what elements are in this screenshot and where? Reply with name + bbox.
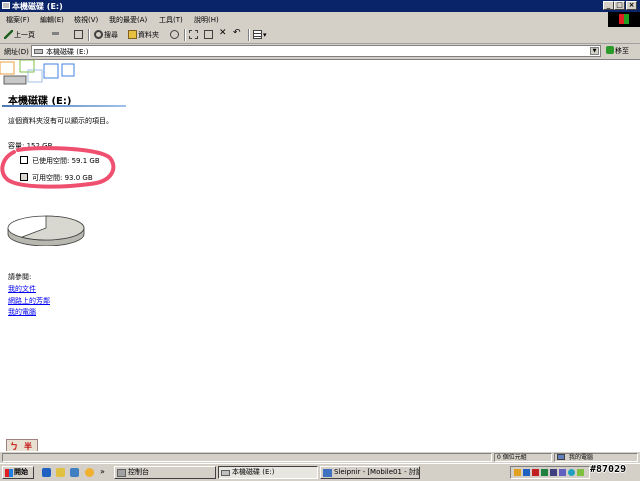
drive-icon [34, 49, 43, 54]
forward-button[interactable] [52, 30, 60, 38]
toolbar-separator [184, 29, 186, 41]
start-label: 開始 [14, 468, 28, 476]
move-to-icon [189, 30, 198, 39]
task-label: Sleipnir - [Mobile01 - 討論... [334, 468, 419, 476]
tray-icon[interactable] [523, 469, 530, 476]
address-bar: 網址(D) 本機磁碟 (E:) ▼ 移至 [0, 44, 640, 60]
delete-button[interactable]: ✕ [219, 28, 227, 38]
title-bar: 本機磁碟 (E:) _ □ × [0, 0, 640, 12]
up-folder-button[interactable] [74, 30, 84, 39]
forward-arrow-icon [52, 32, 59, 35]
link-my-documents[interactable]: 我的文件 [8, 284, 36, 294]
control-panel-icon [117, 469, 126, 477]
ie-quicklaunch-icon[interactable] [42, 468, 51, 477]
toolbar-separator [88, 29, 90, 41]
task-local-disk[interactable]: 本機磁碟 (E:) [218, 466, 318, 479]
back-label: 上一頁 [14, 31, 35, 39]
address-input[interactable]: 本機磁碟 (E:) ▼ [31, 45, 601, 57]
address-value: 本機磁碟 (E:) [46, 48, 89, 56]
folder-banner-graphic [0, 60, 75, 85]
outlook-quicklaunch-icon[interactable] [56, 468, 65, 477]
link-my-computer[interactable]: 我的電腦 [8, 307, 36, 317]
sleipnir-icon [323, 469, 332, 477]
system-tray [510, 466, 590, 479]
tray-icon[interactable] [514, 469, 521, 476]
start-button[interactable]: 開始 [2, 466, 34, 479]
back-arrow-icon [4, 30, 13, 39]
windows-logo-icon [5, 469, 13, 477]
status-location-label: 我的電腦 [569, 454, 594, 461]
red-highlight-annotation [0, 146, 116, 189]
status-location: 我的電腦 [554, 453, 638, 462]
link-network-places[interactable]: 網路上的芳鄰 [8, 296, 50, 306]
tray-icon[interactable] [550, 469, 557, 476]
go-button[interactable]: 移至 [606, 46, 629, 56]
address-dropdown-button[interactable]: ▼ [590, 47, 599, 55]
menu-bar: 檔案(F) 編輯(E) 檢視(V) 我的最愛(A) 工具(T) 說明(H) [0, 12, 640, 28]
menu-help[interactable]: 說明(H) [194, 15, 219, 25]
task-label: 控制台 [128, 468, 149, 476]
views-icon [253, 30, 262, 39]
views-button[interactable]: ▾ [253, 30, 267, 39]
toolbar-separator [248, 29, 250, 41]
copy-to-icon [204, 30, 213, 39]
messenger-quicklaunch-icon[interactable] [85, 468, 94, 477]
history-button[interactable] [170, 30, 180, 39]
computer-icon [557, 454, 565, 460]
window-title: 本機磁碟 (E:) [12, 2, 63, 11]
go-arrow-icon [606, 46, 614, 54]
menu-view[interactable]: 檢視(V) [74, 15, 98, 25]
minimize-button[interactable]: _ [603, 1, 614, 10]
tray-icon[interactable] [532, 469, 539, 476]
desktop-quicklaunch-icon[interactable] [70, 468, 79, 477]
windows-flag-icon [608, 12, 640, 27]
watermark-text: #87029 [590, 464, 627, 475]
quicklaunch-chevron-icon[interactable]: » [100, 467, 105, 476]
tray-icon[interactable] [541, 469, 548, 476]
maximize-button[interactable]: □ [614, 1, 625, 10]
search-icon [94, 30, 103, 39]
menu-tools[interactable]: 工具(T) [159, 15, 183, 25]
drive-icon [221, 470, 230, 476]
search-label: 搜尋 [104, 31, 118, 39]
up-folder-icon [74, 30, 83, 39]
status-object-size: 0 個位元組 [494, 453, 552, 462]
menu-favorites[interactable]: 我的最愛(A) [109, 15, 147, 25]
taskbar: 開始 » 控制台 本機磁碟 (E:) Sleipnir - [Mobile01 … [0, 463, 640, 481]
history-icon [170, 30, 179, 39]
copy-to-button[interactable] [204, 30, 214, 39]
close-button[interactable]: × [626, 1, 637, 10]
tray-icon[interactable] [559, 469, 566, 476]
tray-icon[interactable] [577, 469, 584, 476]
see-also-heading: 請參閱: [8, 273, 32, 281]
task-control-panel[interactable]: 控制台 [114, 466, 216, 479]
undo-button[interactable]: ↶ [233, 28, 241, 38]
menu-file[interactable]: 檔案(F) [6, 15, 30, 25]
delete-icon: ✕ [219, 28, 227, 38]
title-divider [2, 105, 126, 107]
toolbar: 上一頁 搜尋 資料夾 ✕ ↶ ▾ [0, 27, 640, 44]
status-text [2, 453, 492, 462]
folders-button[interactable]: 資料夾 [128, 30, 159, 40]
undo-icon: ↶ [233, 28, 241, 38]
tray-icon[interactable] [568, 469, 575, 476]
back-button[interactable]: 上一頁 [4, 30, 35, 40]
address-label: 網址(D) [4, 48, 29, 56]
folders-icon [128, 30, 137, 39]
disk-usage-pie [7, 215, 85, 246]
drive-icon [2, 2, 10, 9]
search-button[interactable]: 搜尋 [94, 30, 118, 40]
go-label: 移至 [615, 47, 629, 55]
task-label: 本機磁碟 (E:) [232, 468, 275, 476]
task-sleipnir[interactable]: Sleipnir - [Mobile01 - 討論... [320, 466, 420, 479]
empty-folder-message: 這個資料夾沒有可以顯示的項目。 [8, 117, 113, 125]
folders-label: 資料夾 [138, 31, 159, 39]
menu-edit[interactable]: 編輯(E) [40, 15, 64, 25]
move-to-button[interactable] [189, 30, 199, 39]
